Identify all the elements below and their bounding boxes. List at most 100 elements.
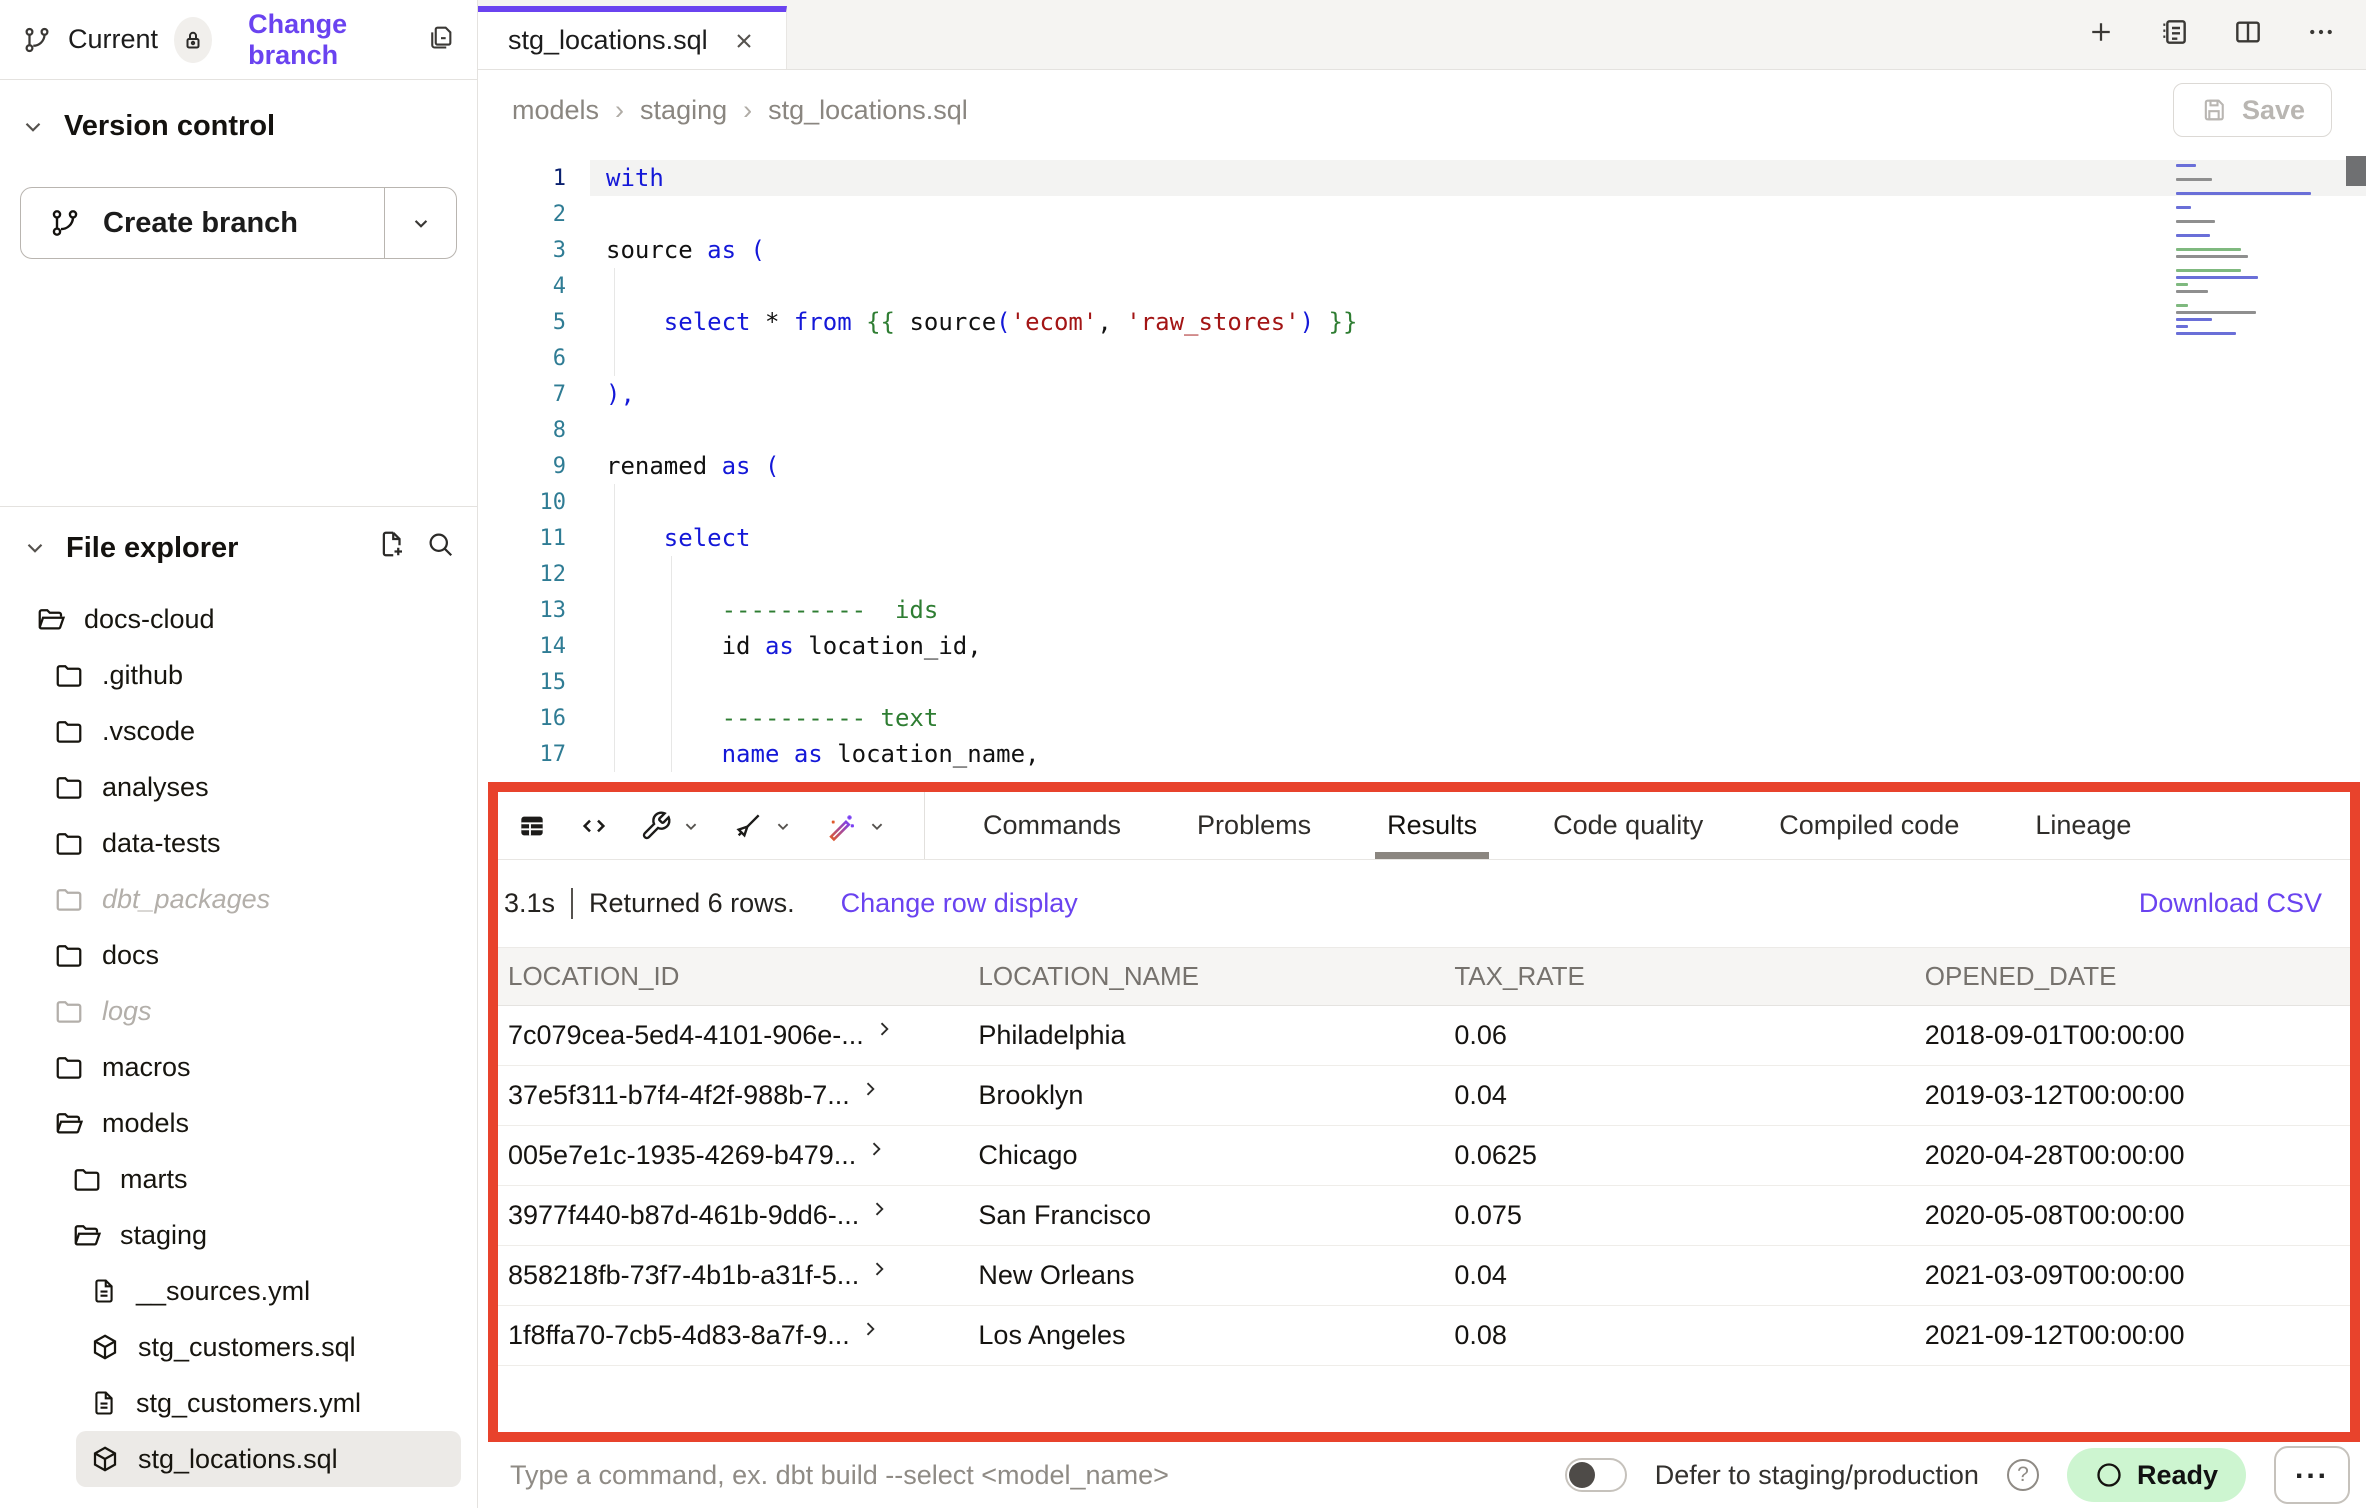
table-row: 1f8ffa70-7cb5-4d83-8a7f-9...Los Angeles0… bbox=[498, 1306, 2350, 1366]
results-tab-results[interactable]: Results bbox=[1387, 792, 1477, 859]
create-branch-dropdown[interactable] bbox=[384, 188, 456, 258]
table-cell: 858218fb-73f7-4b1b-a31f-5... bbox=[498, 1260, 968, 1291]
results-tab-commands[interactable]: Commands bbox=[983, 792, 1121, 859]
table-cell: 005e7e1c-1935-4269-b479... bbox=[498, 1140, 968, 1171]
code-line-15[interactable]: 15 bbox=[478, 664, 2366, 700]
save-button[interactable]: Save bbox=[2173, 83, 2332, 137]
help-icon[interactable]: ? bbox=[2007, 1459, 2039, 1491]
file-explorer-header[interactable]: File explorer bbox=[16, 529, 461, 567]
file-tree-item-models[interactable]: models bbox=[40, 1095, 461, 1151]
line-number: 13 bbox=[478, 598, 590, 623]
file-tree-item-stg-customers-yml[interactable]: stg_customers.yml bbox=[76, 1375, 461, 1431]
breadcrumb-file[interactable]: stg_locations.sql bbox=[768, 95, 968, 126]
code-line-6[interactable]: 6 bbox=[478, 340, 2366, 376]
command-input[interactable] bbox=[508, 1459, 1537, 1492]
table-row: 005e7e1c-1935-4269-b479...Chicago0.06252… bbox=[498, 1126, 2350, 1186]
search-icon[interactable] bbox=[425, 529, 455, 567]
file-tree-item--sources-yml[interactable]: __sources.yml bbox=[76, 1263, 461, 1319]
version-control-header[interactable]: Version control bbox=[20, 110, 457, 143]
file-tree-item-stg-locations-sql[interactable]: stg_locations.sql bbox=[76, 1431, 461, 1487]
change-branch-link[interactable]: Change branch bbox=[248, 9, 411, 71]
file-tree-item-data-tests[interactable]: data-tests bbox=[40, 815, 461, 871]
expand-cell-icon[interactable] bbox=[874, 1020, 894, 1039]
file-tree-item--github[interactable]: .github bbox=[40, 647, 461, 703]
save-icon bbox=[2200, 96, 2228, 124]
code-line-8[interactable]: 8 bbox=[478, 412, 2366, 448]
results-tab-lineage[interactable]: Lineage bbox=[2035, 792, 2131, 859]
results-tab-compiled-code[interactable]: Compiled code bbox=[1779, 792, 1959, 859]
split-editor-icon[interactable] bbox=[2232, 16, 2264, 53]
code-view-icon[interactable] bbox=[578, 810, 610, 842]
change-row-display-link[interactable]: Change row display bbox=[841, 888, 1078, 919]
file-tree-item-docs[interactable]: docs bbox=[40, 927, 461, 983]
code-line-2[interactable]: 2 bbox=[478, 196, 2366, 232]
line-number: 10 bbox=[478, 490, 590, 515]
file-name: docs bbox=[102, 940, 159, 971]
sidebar: Current Change branch Version control Cr… bbox=[0, 0, 478, 1508]
status-badge[interactable]: Ready bbox=[2067, 1448, 2246, 1502]
code-line-1[interactable]: 1with bbox=[478, 160, 2366, 196]
file-tree-item-marts[interactable]: marts bbox=[58, 1151, 461, 1207]
file-tree-item-staging[interactable]: staging bbox=[58, 1207, 461, 1263]
copy-icon[interactable] bbox=[427, 23, 455, 56]
code-line-17[interactable]: 17 name as location_name, bbox=[478, 736, 2366, 772]
results-tab-code-quality[interactable]: Code quality bbox=[1553, 792, 1703, 859]
close-tab-icon[interactable] bbox=[732, 29, 756, 53]
code-line-4[interactable]: 4 bbox=[478, 268, 2366, 304]
code-line-7[interactable]: 7), bbox=[478, 376, 2366, 412]
expand-cell-icon[interactable] bbox=[860, 1320, 880, 1339]
code-line-12[interactable]: 12 bbox=[478, 556, 2366, 592]
file-name: models bbox=[102, 1108, 189, 1139]
expand-cell-icon[interactable] bbox=[869, 1260, 889, 1279]
breadcrumb-staging[interactable]: staging bbox=[640, 95, 727, 126]
code-line-3[interactable]: 3source as ( bbox=[478, 232, 2366, 268]
table-row: 37e5f311-b7f4-4f2f-988b-7...Brooklyn0.04… bbox=[498, 1066, 2350, 1126]
code-line-11[interactable]: 11 select bbox=[478, 520, 2366, 556]
version-control-section: Version control Create branch bbox=[0, 80, 477, 506]
file-tree-item-dbt-packages[interactable]: dbt_packages bbox=[40, 871, 461, 927]
more-actions-button[interactable]: ... bbox=[2274, 1446, 2350, 1504]
build-tools-dropdown[interactable] bbox=[640, 810, 702, 842]
code-line-9[interactable]: 9renamed as ( bbox=[478, 448, 2366, 484]
ai-assist-dropdown[interactable] bbox=[824, 809, 888, 843]
open-editors-icon[interactable] bbox=[2158, 16, 2190, 53]
results-tab-problems[interactable]: Problems bbox=[1197, 792, 1311, 859]
file-tree-item-analyses[interactable]: analyses bbox=[40, 759, 461, 815]
code-line-10[interactable]: 10 bbox=[478, 484, 2366, 520]
defer-toggle[interactable] bbox=[1565, 1458, 1627, 1492]
defer-label: Defer to staging/production bbox=[1655, 1460, 1979, 1491]
code-line-13[interactable]: 13 ---------- ids bbox=[478, 592, 2366, 628]
minimap-line bbox=[2176, 283, 2188, 286]
file-name: data-tests bbox=[102, 828, 221, 859]
file-tree-item--vscode[interactable]: .vscode bbox=[40, 703, 461, 759]
more-options-icon[interactable] bbox=[2306, 17, 2336, 52]
file-tree-item-stg-customers-sql[interactable]: stg_customers.sql bbox=[76, 1319, 461, 1375]
code-editor[interactable]: 1with23source as ( 4 5 select * from {{ so… bbox=[478, 150, 2366, 782]
file-tree-item-docs-cloud[interactable]: docs-cloud bbox=[22, 591, 461, 647]
code-line-16[interactable]: 16 ---------- text bbox=[478, 700, 2366, 736]
cleanup-dropdown[interactable] bbox=[732, 810, 794, 842]
file-tree-item-logs[interactable]: logs bbox=[40, 983, 461, 1039]
line-number: 4 bbox=[478, 274, 590, 299]
create-branch-main[interactable]: Create branch bbox=[21, 188, 384, 258]
table-view-icon[interactable] bbox=[516, 810, 548, 842]
expand-cell-icon[interactable] bbox=[860, 1080, 880, 1099]
table-cell: Chicago bbox=[968, 1140, 1444, 1171]
editor-scrollbar[interactable] bbox=[2346, 156, 2366, 186]
code-text: ---------- ids bbox=[590, 592, 2366, 628]
file-tree-item-macros[interactable]: macros bbox=[40, 1039, 461, 1095]
code-line-14[interactable]: 14 id as location_id, bbox=[478, 628, 2366, 664]
chevron-down-icon bbox=[20, 114, 46, 140]
tab-stg-locations-sql[interactable]: stg_locations.sql bbox=[478, 6, 787, 69]
expand-cell-icon[interactable] bbox=[869, 1200, 889, 1219]
new-tab-icon[interactable] bbox=[2086, 17, 2116, 52]
minimap[interactable] bbox=[2176, 164, 2326, 335]
new-file-icon[interactable] bbox=[377, 529, 407, 567]
table-cell: 1f8ffa70-7cb5-4d83-8a7f-9... bbox=[498, 1320, 968, 1351]
code-line-5[interactable]: 5 select * from {{ source('ecom', 'raw_s… bbox=[478, 304, 2366, 340]
expand-cell-icon[interactable] bbox=[866, 1140, 886, 1159]
table-cell: 3977f440-b87d-461b-9dd6-... bbox=[498, 1200, 968, 1231]
breadcrumb-models[interactable]: models bbox=[512, 95, 599, 126]
create-branch-button[interactable]: Create branch bbox=[20, 187, 457, 259]
download-csv-link[interactable]: Download CSV bbox=[2139, 888, 2322, 919]
